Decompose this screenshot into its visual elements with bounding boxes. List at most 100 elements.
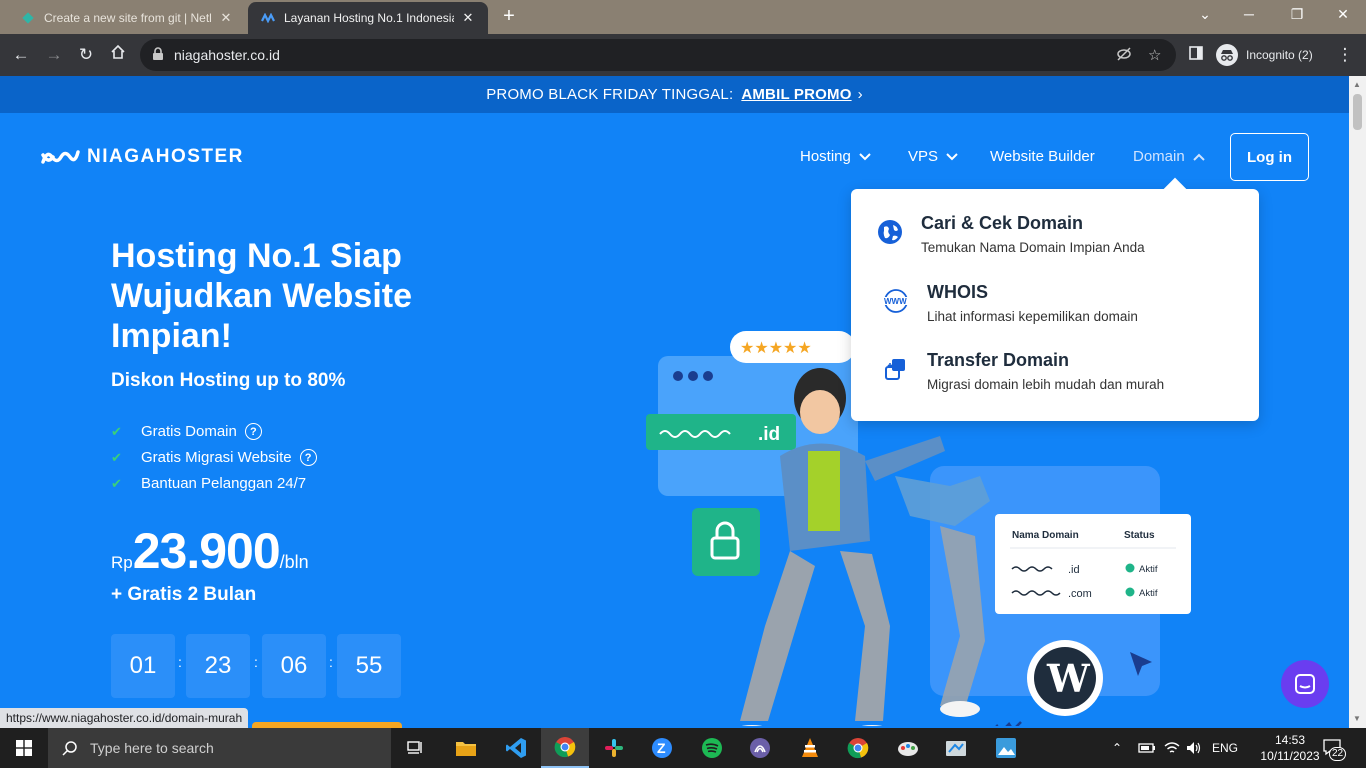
incognito-indicator[interactable]: Incognito (2) xyxy=(1216,42,1313,68)
netlify-icon xyxy=(20,10,36,26)
svg-text:★★★★★: ★★★★★ xyxy=(740,338,812,357)
photos-icon[interactable] xyxy=(982,728,1030,768)
chrome-profile-icon[interactable] xyxy=(834,728,882,768)
chat-widget-button[interactable] xyxy=(1281,660,1329,708)
new-tab-button[interactable]: + xyxy=(498,6,520,28)
www-icon: WWW xyxy=(881,286,911,316)
check-icon: ✔ xyxy=(111,423,122,439)
chevron-up-icon xyxy=(1192,153,1205,161)
help-icon[interactable]: ? xyxy=(299,449,317,466)
page-content: PROMO BLACK FRIDAY TINGGAL: AMBIL PROMO … xyxy=(0,76,1349,728)
taskbar-search-box[interactable]: Type here to search xyxy=(48,728,391,768)
promo-cta-link[interactable]: AMBIL PROMO xyxy=(741,86,851,103)
countdown-separator: : xyxy=(254,654,258,670)
volume-icon[interactable] xyxy=(1186,728,1202,768)
dropdown-caret xyxy=(1163,177,1187,201)
vlc-icon[interactable] xyxy=(786,728,834,768)
feature-label: Gratis Migrasi Website xyxy=(141,449,292,466)
illustration-domain-row: .com xyxy=(1068,588,1092,600)
nav-vps[interactable]: VPS xyxy=(908,148,958,165)
close-tab-icon[interactable]: ✕ xyxy=(218,10,234,26)
menu-item-cari-cek-domain[interactable]: Cari & Cek Domain Temukan Nama Domain Im… xyxy=(875,213,1145,255)
scrollbar-thumb[interactable] xyxy=(1353,94,1362,130)
scroll-up-icon[interactable]: ▲ xyxy=(1353,80,1361,89)
nav-hosting[interactable]: Hosting xyxy=(800,148,871,165)
menu-item-title: Cari & Cek Domain xyxy=(921,213,1084,233)
paint-icon[interactable] xyxy=(884,728,932,768)
eye-off-icon[interactable] xyxy=(1116,46,1132,66)
tab-netlify[interactable]: Create a new site from git | Netlify ✕ xyxy=(8,2,246,34)
close-window-icon[interactable]: ✕ xyxy=(1328,6,1358,23)
restore-icon[interactable]: ❐ xyxy=(1282,6,1312,23)
nav-label: Hosting xyxy=(800,148,851,165)
niagahoster-logo-icon xyxy=(41,150,80,164)
notification-center-icon[interactable]: 22 xyxy=(1320,738,1347,761)
menu-item-transfer-domain[interactable]: Transfer Domain Migrasi domain lebih mud… xyxy=(881,350,1164,392)
slack-icon[interactable] xyxy=(590,728,638,768)
help-icon[interactable]: ? xyxy=(244,423,262,440)
tray-overflow-icon[interactable]: ⌃ xyxy=(1112,728,1122,768)
price-display: Rp 23.900 /bln xyxy=(111,522,309,580)
back-icon[interactable]: ← xyxy=(10,44,32,66)
countdown-minutes: 06 xyxy=(262,634,326,698)
language-indicator[interactable]: ENG xyxy=(1212,728,1238,768)
menu-item-desc: Lihat informasi kepemilikan domain xyxy=(927,309,1138,324)
minimize-icon[interactable]: ─ xyxy=(1234,6,1264,22)
site-logo[interactable]: NIAGAHOSTER xyxy=(40,146,244,168)
chevron-right-icon: › xyxy=(857,86,863,103)
app-icon[interactable] xyxy=(736,728,784,768)
countdown-days: 01 xyxy=(111,634,175,698)
feature-item: ✔ Bantuan Pelanggan 24/7 xyxy=(111,475,306,492)
windows-taskbar: Type here to search Z ⌃ ENG 14:53 10/11/… xyxy=(0,728,1366,768)
countdown-seconds: 55 xyxy=(337,634,401,698)
countdown-separator: : xyxy=(329,654,333,670)
bonus-text: + Gratis 2 Bulan xyxy=(111,584,257,605)
star-icon[interactable]: ☆ xyxy=(1148,46,1161,64)
transfer-icon xyxy=(881,354,911,384)
illustration-domain-tag: .id xyxy=(758,424,780,445)
logo-text: NIAGAHOSTER xyxy=(87,146,244,167)
incognito-icon xyxy=(1216,44,1238,66)
reload-icon[interactable]: ↻ xyxy=(75,44,97,66)
snipping-tool-icon[interactable] xyxy=(932,728,980,768)
clock-time: 14:53 xyxy=(1274,733,1306,747)
address-bar[interactable]: niagahoster.co.id ☆ xyxy=(140,39,1176,71)
login-button[interactable]: Log in xyxy=(1230,133,1309,181)
side-panel-icon[interactable] xyxy=(1185,44,1207,66)
page-scrollbar[interactable]: ▲ ▼ xyxy=(1349,76,1366,728)
tab-search-icon[interactable]: ⌄ xyxy=(1190,6,1220,23)
vscode-icon[interactable] xyxy=(492,728,540,768)
nav-website-builder[interactable]: Website Builder xyxy=(990,148,1095,165)
taskbar-clock[interactable]: 14:53 10/11/2023 xyxy=(1254,732,1326,764)
check-icon: ✔ xyxy=(111,449,122,465)
menu-item-whois[interactable]: WWW WHOIS Lihat informasi kepemilikan do… xyxy=(881,282,1138,324)
start-button[interactable] xyxy=(0,728,48,768)
task-view-icon[interactable] xyxy=(392,728,440,768)
nav-label: Domain xyxy=(1133,148,1185,165)
chat-icon xyxy=(1295,674,1315,694)
url-text: niagahoster.co.id xyxy=(174,47,280,63)
spotify-icon[interactable] xyxy=(688,728,736,768)
chrome-icon[interactable] xyxy=(541,728,589,768)
battery-icon[interactable] xyxy=(1138,728,1156,768)
scroll-down-icon[interactable]: ▼ xyxy=(1353,714,1361,723)
home-icon[interactable] xyxy=(107,44,129,66)
nav-label: Website Builder xyxy=(990,148,1095,165)
menu-item-title: WHOIS xyxy=(927,282,988,302)
illustration-status-row: Aktif xyxy=(1139,564,1158,575)
hero-title: Hosting No.1 Siap Wujudkan Website Impia… xyxy=(111,237,413,355)
nav-domain[interactable]: Domain xyxy=(1133,148,1205,165)
feature-item: ✔ Gratis Domain ? xyxy=(111,423,262,440)
file-explorer-icon[interactable] xyxy=(442,728,490,768)
wifi-icon[interactable] xyxy=(1164,728,1180,768)
menu-icon[interactable]: ⋮ xyxy=(1334,44,1356,66)
svg-text:Z: Z xyxy=(657,740,666,756)
forward-icon[interactable]: → xyxy=(43,44,65,66)
svg-text:W: W xyxy=(1046,656,1091,701)
menu-item-desc: Migrasi domain lebih mudah dan murah xyxy=(927,377,1165,392)
close-tab-icon[interactable]: ✕ xyxy=(460,10,476,26)
search-placeholder: Type here to search xyxy=(90,740,214,756)
tab-niagahoster[interactable]: Layanan Hosting No.1 Indonesia ✕ xyxy=(248,2,488,34)
clock-date: 10/11/2023 xyxy=(1260,749,1320,763)
zoom-icon[interactable]: Z xyxy=(638,728,686,768)
